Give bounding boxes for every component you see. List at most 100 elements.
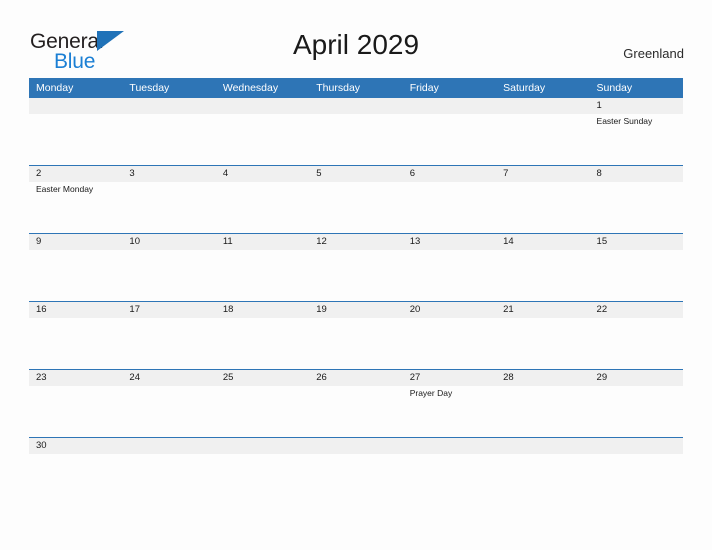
day-events-empty <box>122 318 215 369</box>
weekday-header-friday: Friday <box>409 82 439 94</box>
event-band <box>29 454 683 465</box>
day-events-empty <box>403 250 496 301</box>
day-events-empty <box>309 386 402 437</box>
day-events-empty <box>496 454 589 465</box>
day-events-empty <box>590 386 683 437</box>
day-number-8[interactable]: 8 <box>590 166 683 182</box>
day-events-empty <box>496 318 589 369</box>
calendar-weeks: 1 Easter Sunday 2 3 4 5 6 7 8 Easter Monday 9 10 11 1… <box>29 98 683 465</box>
day-number-2[interactable]: 2 <box>29 166 122 182</box>
event-band: Prayer Day <box>29 386 683 437</box>
day-number-21[interactable]: 21 <box>496 302 589 318</box>
day-number-empty <box>590 438 683 454</box>
day-events-empty <box>309 182 402 233</box>
day-events-empty <box>122 182 215 233</box>
day-events-empty <box>496 182 589 233</box>
day-events-empty <box>122 250 215 301</box>
day-events-empty <box>590 454 683 465</box>
weekday-header-tuesday: Tuesday <box>129 82 170 94</box>
weekday-header-saturday: Saturday <box>503 82 546 94</box>
day-events-1[interactable]: Easter Sunday <box>590 114 683 165</box>
day-events-empty <box>309 318 402 369</box>
day-number-16[interactable]: 16 <box>29 302 122 318</box>
weekday-header-sunday: Sunday <box>596 82 633 94</box>
day-events-empty <box>403 318 496 369</box>
event-label: Easter Sunday <box>596 116 653 126</box>
event-label: Prayer Day <box>409 388 453 398</box>
day-number-23[interactable]: 23 <box>29 370 122 386</box>
day-number-19[interactable]: 19 <box>309 302 402 318</box>
day-events-empty <box>216 250 309 301</box>
week-row: 23 24 25 26 27 28 29 Prayer Day <box>29 369 683 437</box>
day-events-empty <box>29 386 122 437</box>
day-events-27[interactable]: Prayer Day <box>403 386 496 437</box>
day-number-26[interactable]: 26 <box>309 370 402 386</box>
day-events-empty <box>29 250 122 301</box>
day-events-empty <box>122 114 215 165</box>
event-band <box>29 250 683 301</box>
day-events-empty <box>216 454 309 465</box>
day-number-12[interactable]: 12 <box>309 234 402 250</box>
date-number-band: 9 10 11 12 13 14 15 <box>29 234 683 250</box>
day-number-6[interactable]: 6 <box>403 166 496 182</box>
date-number-band: 23 24 25 26 27 28 29 <box>29 370 683 386</box>
day-number-4[interactable]: 4 <box>216 166 309 182</box>
event-band: Easter Monday <box>29 182 683 233</box>
day-number-empty <box>496 98 589 114</box>
day-number-27[interactable]: 27 <box>403 370 496 386</box>
day-events-empty <box>309 454 402 465</box>
day-events-2[interactable]: Easter Monday <box>29 182 122 233</box>
day-events-empty <box>309 250 402 301</box>
day-events-empty <box>29 318 122 369</box>
day-number-empty <box>216 438 309 454</box>
day-number-24[interactable]: 24 <box>122 370 215 386</box>
day-number-9[interactable]: 9 <box>29 234 122 250</box>
weekday-header-monday: Monday <box>36 82 74 94</box>
day-events-empty <box>496 386 589 437</box>
day-events-empty <box>590 318 683 369</box>
day-events-empty <box>29 114 122 165</box>
day-number-3[interactable]: 3 <box>122 166 215 182</box>
day-events-empty <box>216 114 309 165</box>
day-number-5[interactable]: 5 <box>309 166 402 182</box>
day-number-10[interactable]: 10 <box>122 234 215 250</box>
day-number-30[interactable]: 30 <box>29 438 122 454</box>
day-number-25[interactable]: 25 <box>216 370 309 386</box>
day-number-empty <box>496 438 589 454</box>
day-number-1[interactable]: 1 <box>590 98 683 114</box>
day-number-22[interactable]: 22 <box>590 302 683 318</box>
day-number-18[interactable]: 18 <box>216 302 309 318</box>
weekday-header-wednesday: Wednesday <box>222 82 279 94</box>
day-number-empty <box>309 98 402 114</box>
day-events-empty <box>496 114 589 165</box>
day-number-7[interactable]: 7 <box>496 166 589 182</box>
day-number-14[interactable]: 14 <box>496 234 589 250</box>
day-number-17[interactable]: 17 <box>122 302 215 318</box>
date-number-band: 30 <box>29 438 683 454</box>
calendar-grid: Monday Tuesday Wednesday Thursday Friday Satu… <box>29 78 683 465</box>
day-events-empty <box>216 386 309 437</box>
day-events-empty <box>122 386 215 437</box>
date-number-band: 1 <box>29 98 683 114</box>
event-band <box>29 318 683 369</box>
page-header: General Blue April 2029 Greenland <box>0 0 712 78</box>
week-row: 16 17 18 19 20 21 22 <box>29 301 683 369</box>
region-label: Greenland <box>623 46 684 61</box>
day-number-13[interactable]: 13 <box>403 234 496 250</box>
day-events-empty <box>403 182 496 233</box>
week-row: 30 <box>29 437 683 465</box>
day-events-empty <box>309 114 402 165</box>
day-number-15[interactable]: 15 <box>590 234 683 250</box>
day-events-empty <box>590 182 683 233</box>
event-label: Easter Monday <box>36 184 94 194</box>
day-number-11[interactable]: 11 <box>216 234 309 250</box>
day-events-empty <box>29 454 122 465</box>
calendar-page: General Blue April 2029 Greenland Monday… <box>0 0 712 550</box>
day-number-20[interactable]: 20 <box>403 302 496 318</box>
event-band: Easter Sunday <box>29 114 683 165</box>
day-number-empty <box>122 98 215 114</box>
day-number-29[interactable]: 29 <box>590 370 683 386</box>
day-events-empty <box>216 182 309 233</box>
day-number-empty <box>216 98 309 114</box>
day-number-28[interactable]: 28 <box>496 370 589 386</box>
